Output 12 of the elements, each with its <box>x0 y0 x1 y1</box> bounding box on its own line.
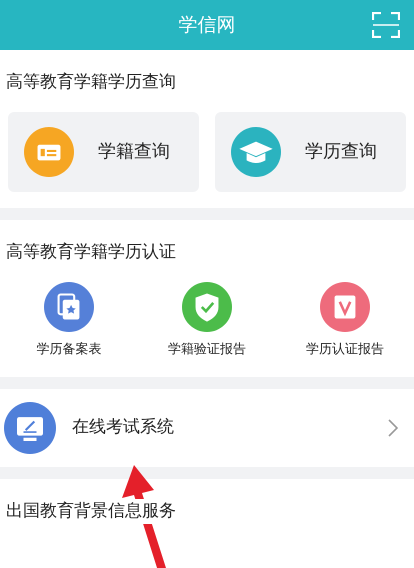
app-title: 学信网 <box>178 12 236 38</box>
monitor-icon <box>4 402 56 454</box>
service-item[interactable]: 学历备案表 <box>0 281 138 360</box>
query-card[interactable]: 学历查询 <box>215 112 406 192</box>
service-item[interactable]: 学历认证报告 <box>276 281 414 360</box>
section-title: 高等教育学籍学历查询 <box>5 71 177 94</box>
section-title: 出国教育背景信息服务 <box>6 498 176 524</box>
query-card[interactable]: 学籍查询 <box>8 112 199 192</box>
chevron-right-icon <box>388 418 398 436</box>
service-item[interactable]: 学籍验证报告 <box>138 281 276 360</box>
scan-icon[interactable] <box>372 12 400 38</box>
section-title: 高等教育学籍学历认证 <box>5 240 177 264</box>
